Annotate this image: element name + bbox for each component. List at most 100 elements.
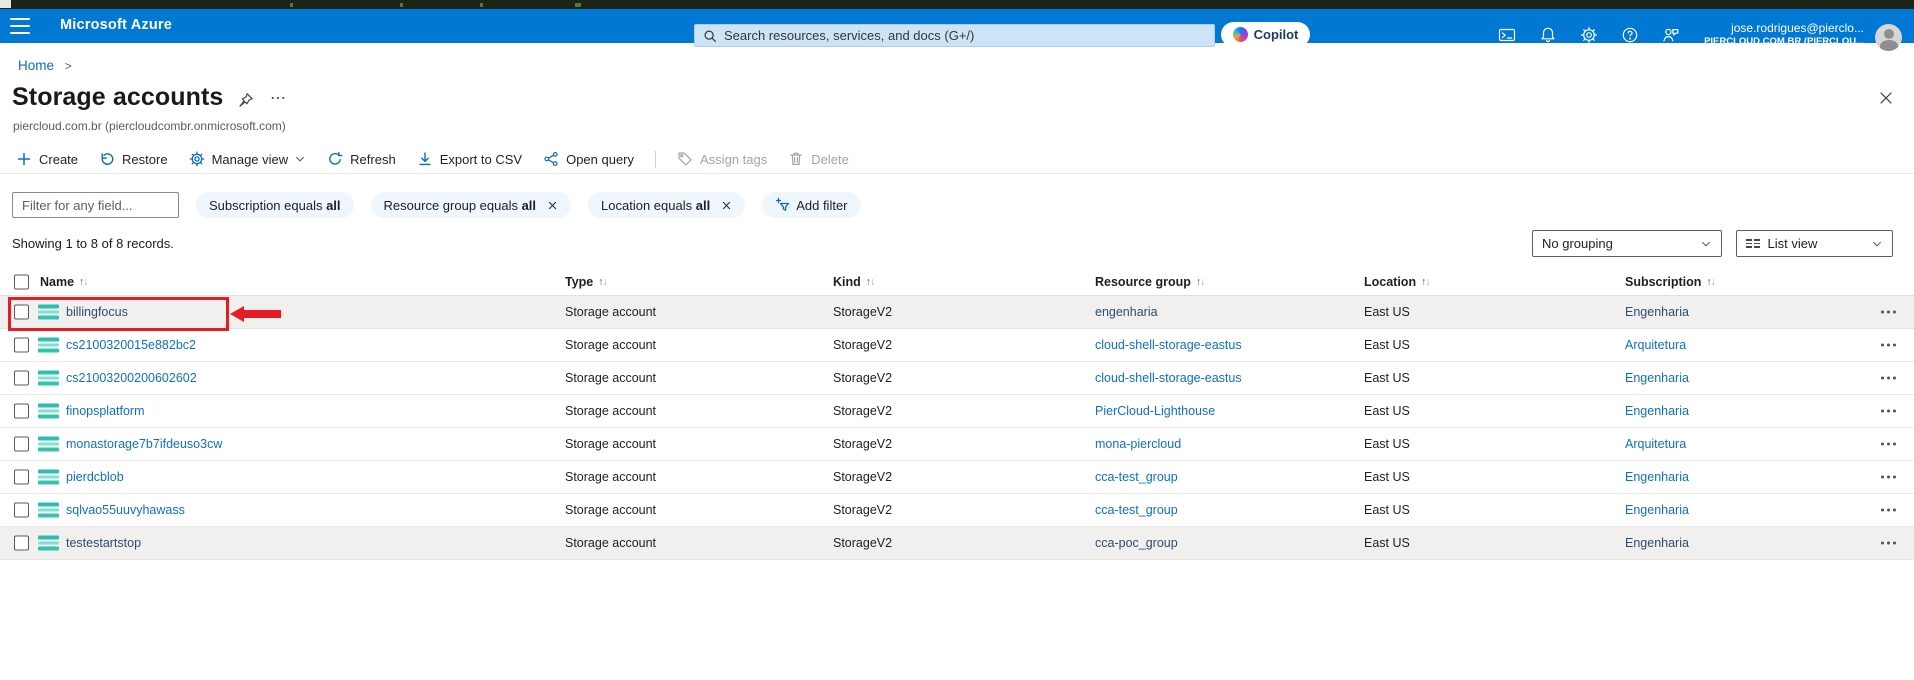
share-icon [543,151,559,167]
copilot-button[interactable]: Copilot [1221,22,1310,47]
help-icon[interactable] [1621,26,1639,44]
export-to-csv-button[interactable]: Export to CSV [417,151,522,167]
row-checkbox[interactable] [14,404,29,419]
filter-pill-subscription[interactable]: Subscription equals all [196,192,354,218]
search-icon [703,29,717,43]
create-button[interactable]: Create [16,151,78,167]
column-header-resource-group[interactable]: Resource group↑↓ [1095,275,1204,289]
column-header-kind[interactable]: Kind↑↓ [833,275,874,289]
storage-account-link[interactable]: testestartstop [66,536,141,550]
table-row[interactable]: billingfocusStorage accountStorageV2enge… [0,296,1914,329]
storage-account-link[interactable]: finopsplatform [66,404,145,418]
resource-group-link[interactable]: cca-test_group [1095,470,1178,484]
view-dropdown[interactable]: List view [1736,230,1893,257]
subscription-link[interactable]: Engenharia [1625,371,1689,385]
row-more-icon[interactable] [1881,377,1896,380]
table-row[interactable]: monastorage7b7ifdeuso3cwStorage accountS… [0,428,1914,461]
select-all-checkbox[interactable] [14,274,29,289]
azure-brand[interactable]: Microsoft Azure [60,17,172,33]
row-more-icon[interactable] [1881,410,1896,413]
row-more-icon[interactable] [1881,311,1896,314]
cloud-shell-icon[interactable] [1498,26,1516,44]
table-row[interactable]: cs21003200200602602Storage accountStorag… [0,362,1914,395]
settings-icon[interactable] [1580,26,1598,44]
storage-account-link[interactable]: sqlvao55uuvyhawass [66,503,185,517]
grouping-dropdown[interactable]: No grouping [1532,230,1722,257]
column-header-type[interactable]: Type↑↓ [565,275,607,289]
storage-account-icon [38,371,59,386]
pin-icon[interactable] [238,92,254,108]
subscription-link[interactable]: Engenharia [1625,536,1689,550]
toolbar-item-label: Refresh [350,152,396,167]
search-input[interactable] [724,28,1206,43]
manage-view-button[interactable]: Manage view [189,151,307,167]
subscription-link[interactable]: Engenharia [1625,305,1689,319]
title-more-button[interactable]: ⋯ [270,88,288,108]
avatar[interactable] [1875,24,1902,51]
row-more-icon[interactable] [1881,443,1896,446]
subscription-link[interactable]: Engenharia [1625,470,1689,484]
resource-group-link[interactable]: engenharia [1095,305,1158,319]
row-checkbox[interactable] [14,503,29,518]
resource-group-link[interactable]: mona-piercloud [1095,437,1181,451]
table-row[interactable]: cs2100320015e882bc2Storage accountStorag… [0,329,1914,362]
storage-account-link[interactable]: cs21003200200602602 [66,371,197,385]
column-header-subscription[interactable]: Subscription↑↓ [1625,275,1715,289]
feedback-icon[interactable] [1662,26,1680,44]
row-more-icon[interactable] [1881,509,1896,512]
resource-group-link[interactable]: PierCloud-Lighthouse [1095,404,1215,418]
storage-account-link[interactable]: cs2100320015e882bc2 [66,338,196,352]
hamburger-menu-icon[interactable] [10,18,30,34]
storage-account-link[interactable]: monastorage7b7ifdeuso3cw [66,437,222,451]
row-type: Storage account [565,404,656,418]
refresh-button[interactable]: Refresh [327,151,396,167]
browser-edge-detail [400,3,403,7]
account-info[interactable]: jose.rodrigues@pierclo... PIERCLOUD.COM.… [1704,21,1864,48]
row-checkbox[interactable] [14,305,29,320]
subscription-link[interactable]: Engenharia [1625,404,1689,418]
resource-group-link[interactable]: cloud-shell-storage-eastus [1095,338,1242,352]
add-filter-button[interactable]: Add filter [762,192,860,218]
breadcrumb-separator: > [65,59,72,73]
resource-group-link[interactable]: cca-poc_group [1095,536,1178,550]
toolbar-item-label: Assign tags [700,152,767,167]
row-type: Storage account [565,305,656,319]
row-checkbox[interactable] [14,536,29,551]
row-location: East US [1364,437,1410,451]
remove-filter-icon[interactable] [547,200,558,211]
row-checkbox[interactable] [14,338,29,353]
filter-input[interactable] [12,192,179,218]
remove-filter-icon[interactable] [721,200,732,211]
resource-group-link[interactable]: cloud-shell-storage-eastus [1095,371,1242,385]
notifications-icon[interactable] [1539,26,1557,44]
row-checkbox[interactable] [14,371,29,386]
table-row[interactable]: sqlvao55uuvyhawassStorage accountStorage… [0,494,1914,527]
row-checkbox[interactable] [14,437,29,452]
storage-account-link[interactable]: billingfocus [66,305,128,319]
row-type: Storage account [565,470,656,484]
breadcrumb-home-link[interactable]: Home [18,58,54,73]
table-row[interactable]: testestartstopStorage accountStorageV2cc… [0,527,1914,560]
storage-account-icon [38,437,59,452]
global-search[interactable] [694,24,1215,47]
subscription-link[interactable]: Arquitetura [1625,338,1686,352]
restore-button[interactable]: Restore [99,151,168,167]
pill-label: Location equals all [601,198,710,213]
column-header-location[interactable]: Location↑↓ [1364,275,1430,289]
restore-icon [99,151,115,167]
table-row[interactable]: pierdcblobStorage accountStorageV2cca-te… [0,461,1914,494]
close-blade-icon[interactable] [1878,90,1894,106]
row-more-icon[interactable] [1881,542,1896,545]
row-more-icon[interactable] [1881,476,1896,479]
storage-account-link[interactable]: pierdcblob [66,470,124,484]
subscription-link[interactable]: Arquitetura [1625,437,1686,451]
open-query-button[interactable]: Open query [543,151,634,167]
subscription-link[interactable]: Engenharia [1625,503,1689,517]
column-header-name[interactable]: Name↑↓ [40,275,88,289]
table-row[interactable]: finopsplatformStorage accountStorageV2Pi… [0,395,1914,428]
row-checkbox[interactable] [14,470,29,485]
row-more-icon[interactable] [1881,344,1896,347]
filter-pill-location[interactable]: Location equals all [588,192,745,218]
filter-pill-resource[interactable]: Resource group equals all [371,192,572,218]
resource-group-link[interactable]: cca-test_group [1095,503,1178,517]
